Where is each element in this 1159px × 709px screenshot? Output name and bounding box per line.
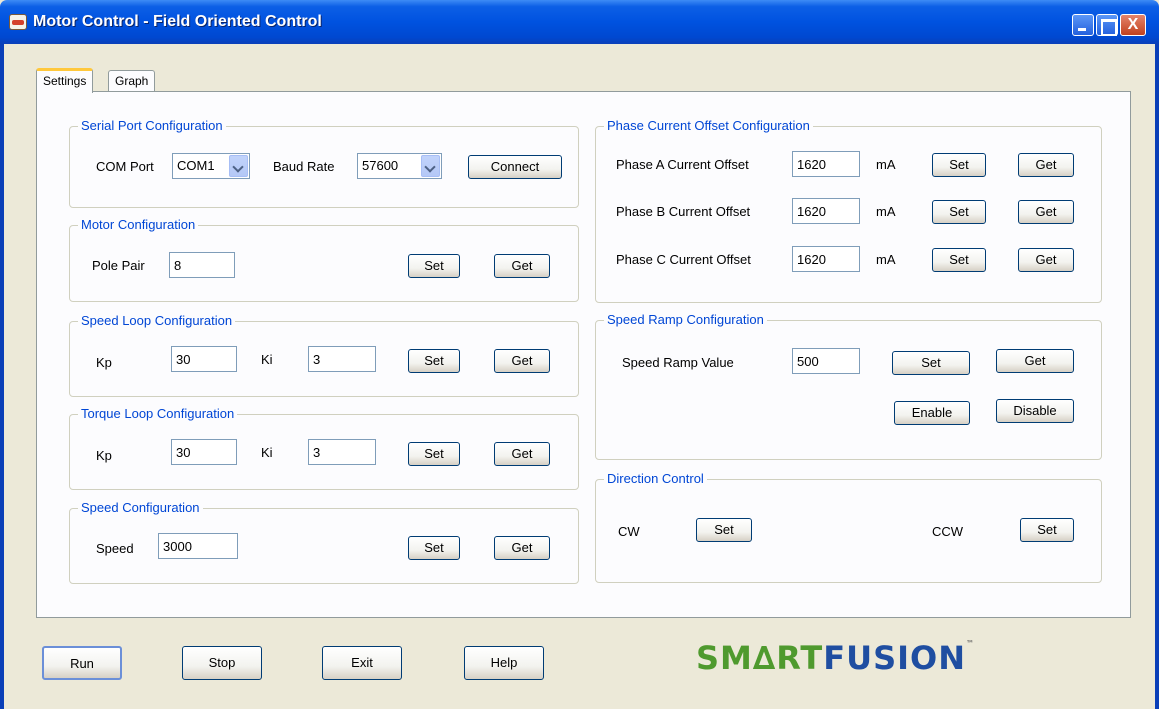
phase-c-get-button[interactable]: Get bbox=[1018, 248, 1074, 272]
phase-b-label: Phase B Current Offset bbox=[616, 204, 751, 219]
speed-ki-label: Ki bbox=[261, 352, 273, 367]
cw-label: CW bbox=[618, 524, 640, 539]
phase-a-set-button[interactable]: Set bbox=[932, 153, 986, 177]
settings-panel: Serial Port Configuration COM Port COM1 … bbox=[36, 91, 1131, 618]
pole-pair-label: Pole Pair bbox=[92, 258, 145, 273]
speed-input[interactable] bbox=[158, 533, 238, 559]
torque-loop-get-button[interactable]: Get bbox=[494, 442, 550, 466]
speed-get-button[interactable]: Get bbox=[494, 536, 550, 560]
close-icon: X bbox=[1127, 16, 1139, 33]
help-button[interactable]: Help bbox=[464, 646, 544, 680]
speed-ramp-title: Speed Ramp Configuration bbox=[604, 312, 767, 327]
baud-rate-value: 57600 bbox=[362, 158, 399, 173]
phase-offset-group: Phase Current Offset Configuration Phase… bbox=[595, 118, 1102, 303]
ccw-set-button[interactable]: Set bbox=[1020, 518, 1074, 542]
phase-a-unit: mA bbox=[876, 157, 896, 172]
torque-kp-label: Kp bbox=[96, 448, 112, 463]
torque-ki-input[interactable] bbox=[308, 439, 376, 465]
phase-c-label: Phase C Current Offset bbox=[616, 252, 751, 267]
speed-config-title: Speed Configuration bbox=[78, 500, 203, 515]
speed-ramp-label: Speed Ramp Value bbox=[622, 355, 734, 370]
exit-button[interactable]: Exit bbox=[322, 646, 402, 680]
speed-ramp-get-button[interactable]: Get bbox=[996, 349, 1074, 373]
serial-port-title: Serial Port Configuration bbox=[78, 118, 226, 133]
speed-ramp-set-button[interactable]: Set bbox=[892, 351, 970, 375]
speed-config-group: Speed Configuration Speed Set Get bbox=[69, 500, 579, 584]
tab-settings[interactable]: Settings bbox=[36, 68, 94, 93]
speed-loop-get-button[interactable]: Get bbox=[494, 349, 550, 373]
speed-ramp-input[interactable] bbox=[792, 348, 860, 374]
speed-ramp-enable-button[interactable]: Enable bbox=[894, 401, 970, 425]
minimize-button[interactable] bbox=[1072, 14, 1094, 36]
cw-set-button[interactable]: Set bbox=[696, 518, 752, 542]
stop-button[interactable]: Stop bbox=[182, 646, 262, 680]
phase-b-unit: mA bbox=[876, 204, 896, 219]
logo-fusion-text: FUSION bbox=[823, 639, 966, 677]
chevron-down-icon[interactable] bbox=[421, 155, 440, 177]
serial-port-group: Serial Port Configuration COM Port COM1 … bbox=[69, 118, 579, 208]
torque-ki-label: Ki bbox=[261, 445, 273, 460]
phase-a-label: Phase A Current Offset bbox=[616, 157, 749, 172]
title-bar: Motor Control - Field Oriented Control X bbox=[0, 0, 1159, 44]
com-port-select[interactable]: COM1 bbox=[172, 153, 250, 179]
phase-c-input[interactable] bbox=[792, 246, 860, 272]
com-port-value: COM1 bbox=[177, 158, 215, 173]
speed-kp-input[interactable] bbox=[171, 346, 237, 372]
pole-pair-input[interactable] bbox=[169, 252, 235, 278]
logo-tm: ™ bbox=[966, 639, 975, 648]
run-button[interactable]: Run bbox=[42, 646, 122, 680]
speed-set-button[interactable]: Set bbox=[408, 536, 460, 560]
speed-kp-label: Kp bbox=[96, 355, 112, 370]
speed-loop-set-button[interactable]: Set bbox=[408, 349, 460, 373]
window-frame-left bbox=[0, 44, 4, 709]
torque-loop-set-button[interactable]: Set bbox=[408, 442, 460, 466]
phase-b-input[interactable] bbox=[792, 198, 860, 224]
phase-c-unit: mA bbox=[876, 252, 896, 267]
speed-loop-group: Speed Loop Configuration Kp Ki Set Get bbox=[69, 313, 579, 397]
speed-ki-input[interactable] bbox=[308, 346, 376, 372]
speed-loop-title: Speed Loop Configuration bbox=[78, 313, 236, 328]
window-frame-right bbox=[1155, 44, 1159, 709]
phase-a-input[interactable] bbox=[792, 151, 860, 177]
smartfusion-logo: SM∆RTFUSION™ bbox=[696, 639, 975, 683]
logo-smart-text: SM∆RT bbox=[696, 639, 824, 677]
com-port-label: COM Port bbox=[96, 159, 154, 174]
direction-control-group: Direction Control CW Set CCW Set bbox=[595, 471, 1102, 583]
direction-control-title: Direction Control bbox=[604, 471, 707, 486]
speed-ramp-group: Speed Ramp Configuration Speed Ramp Valu… bbox=[595, 312, 1102, 460]
motor-config-title: Motor Configuration bbox=[78, 217, 199, 232]
tab-graph[interactable]: Graph bbox=[108, 70, 156, 92]
app-icon bbox=[9, 14, 27, 30]
motor-set-button[interactable]: Set bbox=[408, 254, 460, 278]
ccw-label: CCW bbox=[932, 524, 964, 539]
phase-c-set-button[interactable]: Set bbox=[932, 248, 986, 272]
connect-button[interactable]: Connect bbox=[468, 155, 562, 179]
phase-b-set-button[interactable]: Set bbox=[932, 200, 986, 224]
torque-loop-title: Torque Loop Configuration bbox=[78, 406, 238, 421]
phase-b-get-button[interactable]: Get bbox=[1018, 200, 1074, 224]
chevron-down-icon[interactable] bbox=[229, 155, 248, 177]
window-title: Motor Control - Field Oriented Control bbox=[33, 13, 322, 30]
phase-a-get-button[interactable]: Get bbox=[1018, 153, 1074, 177]
maximize-button[interactable] bbox=[1096, 14, 1118, 36]
speed-ramp-disable-button[interactable]: Disable bbox=[996, 399, 1074, 423]
phase-offset-title: Phase Current Offset Configuration bbox=[604, 118, 813, 133]
motor-config-group: Motor Configuration Pole Pair Set Get bbox=[69, 217, 579, 302]
motor-get-button[interactable]: Get bbox=[494, 254, 550, 278]
torque-loop-group: Torque Loop Configuration Kp Ki Set Get bbox=[69, 406, 579, 490]
torque-kp-input[interactable] bbox=[171, 439, 237, 465]
speed-label: Speed bbox=[96, 541, 134, 556]
close-button[interactable]: X bbox=[1120, 14, 1146, 36]
baud-rate-label: Baud Rate bbox=[273, 159, 335, 174]
baud-rate-select[interactable]: 57600 bbox=[357, 153, 442, 179]
